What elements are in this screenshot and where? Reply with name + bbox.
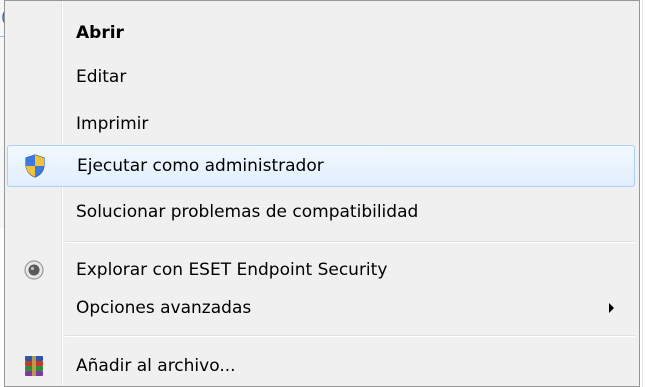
menu-separator — [65, 335, 635, 337]
menu-item-imprimir[interactable]: Imprimir — [7, 103, 635, 145]
menu-item-opciones-avanzadas[interactable]: Opciones avanzadas — [7, 287, 635, 329]
menu-item-label: Abrir — [76, 23, 124, 43]
background-divider — [642, 0, 643, 387]
menu-item-label: Ejecutar como administrador — [77, 156, 324, 176]
menu-item-label: Opciones avanzadas — [76, 298, 252, 318]
menu-item-abrir[interactable]: Abrir — [7, 12, 635, 54]
context-menu: Abrir Editar Imprimir Ejecutar como admi… — [4, 0, 640, 387]
menu-item-editar[interactable]: Editar — [7, 56, 635, 98]
menu-item-label: Añadir al archivo... — [76, 356, 236, 376]
uac-shield-icon — [25, 154, 45, 178]
winrar-icon — [25, 356, 43, 376]
menu-item-explorar-eset[interactable]: Explorar con ESET Endpoint Security — [7, 249, 635, 291]
menu-item-label: Imprimir — [76, 114, 149, 134]
menu-item-label: Explorar con ESET Endpoint Security — [76, 260, 388, 280]
menu-item-solucionar-problemas[interactable]: Solucionar problemas de compatibilidad — [7, 191, 635, 233]
menu-separator — [65, 241, 635, 243]
submenu-arrow-icon — [609, 303, 614, 313]
eset-icon — [24, 260, 44, 280]
menu-item-anadir-al-archivo[interactable]: Añadir al archivo... — [7, 345, 635, 387]
menu-item-ejecutar-como-administrador[interactable]: Ejecutar como administrador — [7, 145, 635, 187]
menu-item-label: Solucionar problemas de compatibilidad — [76, 202, 419, 222]
menu-item-label: Editar — [76, 67, 127, 87]
